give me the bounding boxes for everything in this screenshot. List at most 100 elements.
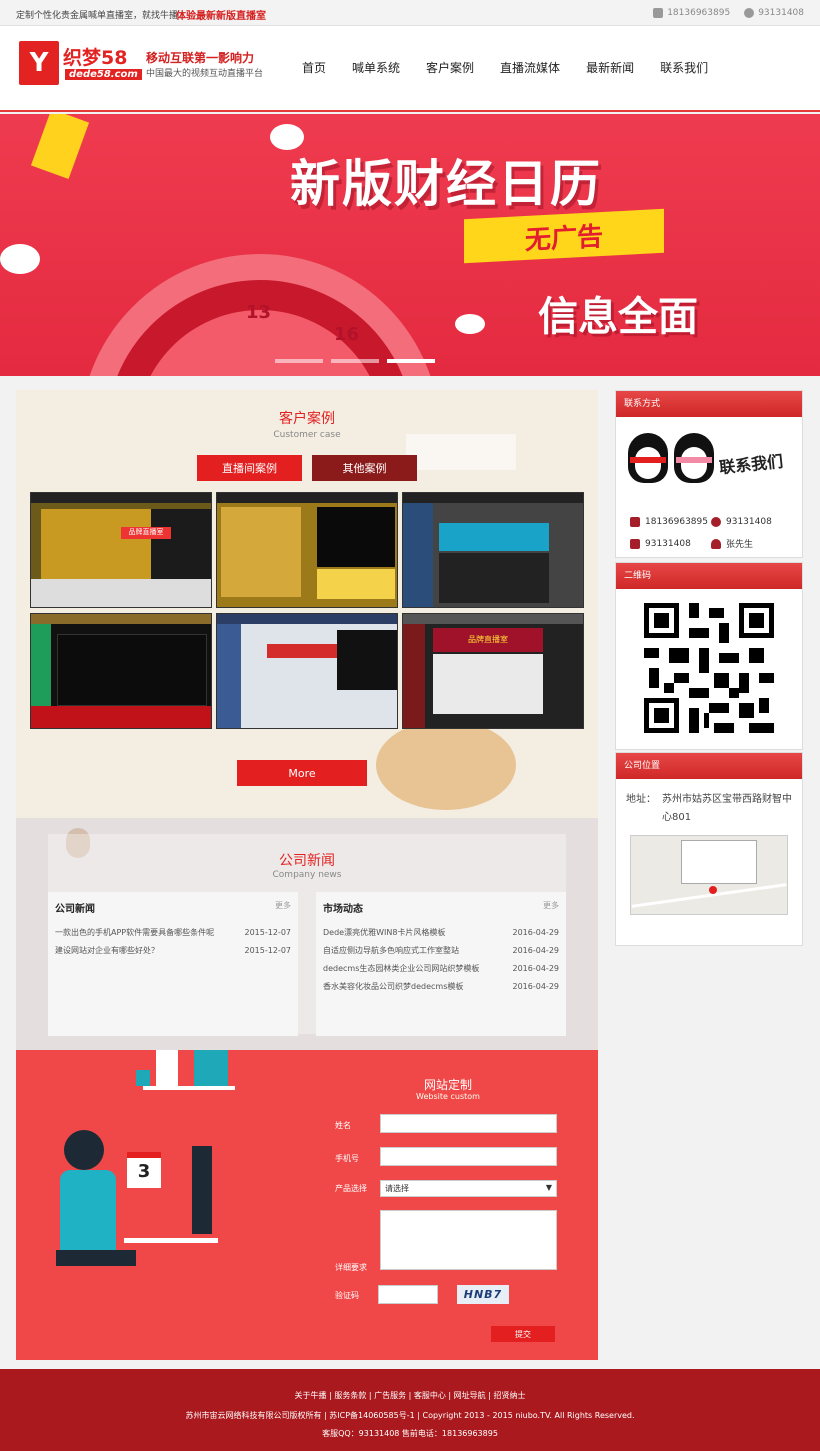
qq-penguin-icon (628, 433, 668, 483)
qr-heading: 二维码 (616, 563, 802, 589)
logo-domain: dede58.com (65, 69, 142, 80)
slogan-sub: 中国最大的视频互动直播平台 (146, 69, 264, 79)
qq-penguins[interactable]: 联系我们 (616, 417, 802, 513)
captcha-label: 验证码 (335, 1291, 359, 1300)
nav-contact[interactable]: 联系我们 (648, 59, 720, 76)
cases-more-button[interactable]: More (237, 760, 367, 786)
banner-cloud (455, 314, 485, 334)
slide-indicators (275, 359, 435, 363)
contact-fax: 93131408 (630, 537, 711, 550)
hero-banner[interactable]: 13 16 新版财经日历 无广告 信息全面 (0, 114, 820, 376)
case-thumbnail[interactable]: 品牌直播室 (30, 492, 212, 608)
product-select[interactable]: 请选择 ▼ (380, 1180, 557, 1197)
news-item[interactable]: 建设网站对企业有哪些好处？ 2015-12-07 (55, 942, 291, 960)
top-bar-text: 定制个性化贵金属喊单直播室，就找牛播 (16, 11, 179, 21)
nav-shout-system[interactable]: 喊单系统 (340, 59, 412, 76)
footer-copyright: 苏州市宙云网络科技有限公司版权所有 | 苏ICP备14060585号-1 | C… (185, 1411, 635, 1420)
phone-icon (630, 517, 640, 527)
news-item[interactable]: 自适应侧边导航多色响应式工作室整站 2016-04-29 (323, 942, 559, 960)
person-legs (56, 1250, 136, 1266)
main-nav: 首页 喊单系统 客户案例 直播流媒体 最新新闻 联系我们 (290, 59, 722, 76)
news-item[interactable]: 香水美容化妆品公司织梦dedecms模板 2016-04-29 (323, 978, 559, 996)
nav-cases[interactable]: 客户案例 (414, 59, 486, 76)
top-phone: 18136963895 (653, 8, 730, 18)
case-thumbnail[interactable] (30, 613, 212, 729)
person-illustration (376, 720, 516, 810)
slide-dot[interactable] (275, 359, 323, 363)
form-subtitle: Website custom (416, 1092, 480, 1101)
monitor-illustration (192, 1146, 212, 1234)
location-heading: 公司位置 (616, 753, 802, 779)
news-title: 公司新闻 (279, 853, 335, 869)
captcha-input[interactable] (378, 1285, 438, 1304)
logo-mark: Y (19, 41, 59, 85)
book-illustration (156, 1050, 178, 1086)
case-thumbnail[interactable] (216, 492, 398, 608)
person-body (60, 1170, 116, 1250)
qq-icon (744, 8, 755, 18)
case-thumbnail[interactable]: 品牌直播室 (402, 613, 584, 729)
map-popup (681, 840, 757, 884)
detail-textarea[interactable] (380, 1210, 557, 1270)
footer-links[interactable]: 关于牛播 | 服务条款 | 广告服务 | 客服中心 | 网址导航 | 招贤纳士 (0, 1390, 820, 1401)
news-box-heading: 公司新闻 (55, 904, 95, 915)
news-more-link[interactable]: 更多 (275, 900, 291, 911)
logo-name: 织梦58 (63, 47, 128, 69)
phone-icon (653, 8, 664, 18)
company-news-section: 公司新闻 Company news 公司新闻 更多 一款出色的手机APP软件需要… (16, 818, 598, 1050)
contact-person: 张先生 (711, 537, 792, 550)
slide-dot[interactable] (331, 359, 379, 363)
book-illustration (136, 1070, 150, 1086)
news-item[interactable]: 一款出色的手机APP软件需要具备哪些条件呢 2015-12-07 (55, 924, 291, 942)
top-contacts: 18136963895 93131408 (653, 8, 804, 18)
thumb-caption: 品牌直播室 (433, 628, 543, 652)
sidebar-contact: 联系方式 联系我们 18136963895 93131408 93131408 … (615, 390, 803, 558)
thumb-caption: 品牌直播室 (121, 527, 171, 539)
banner-highlight: 无广告 (464, 208, 664, 264)
clock-number: 16 (334, 324, 360, 345)
contact-qq[interactable]: 93131408 (711, 517, 792, 527)
captcha-image[interactable]: HNB7 (457, 1285, 509, 1304)
contact-us-text: 联系我们 (718, 451, 784, 478)
news-box-market: 市场动态 更多 Dede漂亮优雅WIN8卡片风格模板 2016-04-29 自适应… (316, 892, 566, 1036)
product-select-value: 请选择 (385, 1184, 409, 1193)
qr-code-pattern (644, 603, 774, 733)
nav-home[interactable]: 首页 (290, 59, 338, 76)
location-map[interactable] (630, 835, 788, 915)
qr-code-image (644, 603, 774, 733)
case-thumbnail[interactable] (402, 492, 584, 608)
qq-penguin-icon (674, 433, 714, 483)
news-more-link[interactable]: 更多 (543, 900, 559, 911)
nav-streaming[interactable]: 直播流媒体 (488, 59, 572, 76)
submit-button[interactable]: 提交 (491, 1326, 555, 1342)
website-custom-section: 3 网站定制 Website custom 姓名 手机号 产品选择 请选择 ▼ … (16, 1050, 598, 1360)
qq-icon (711, 517, 721, 527)
news-item[interactable]: dedecms生态园林类企业公司网站织梦模板 2016-04-29 (323, 960, 559, 978)
name-input[interactable] (380, 1114, 557, 1133)
nav-news[interactable]: 最新新闻 (574, 59, 646, 76)
fax-icon (630, 538, 640, 549)
promo-link[interactable]: 体验最新新版直播室 (176, 7, 266, 22)
user-icon (711, 538, 721, 549)
cases-subtitle: Customer case (273, 430, 341, 440)
address-label: 地址： (626, 794, 656, 805)
address-text: 苏州市姑苏区宝带西路财智中心801 (662, 794, 792, 823)
logo[interactable]: Y 织梦58 dede58.com (19, 41, 142, 85)
contact-info: 18136963895 93131408 93131408 张先生 (616, 513, 802, 560)
sidebar-qr: 二维码 (615, 562, 803, 750)
product-label: 产品选择 (335, 1184, 367, 1193)
cases-title: 客户案例 (279, 411, 335, 427)
slide-dot-active[interactable] (387, 359, 435, 363)
news-box-heading: 市场动态 (323, 904, 363, 915)
customer-cases-section: 客户案例 Customer case 直播间案例 其他案例 品牌直播室 品牌直播… (16, 390, 598, 818)
news-item[interactable]: Dede漂亮优雅WIN8卡片风格模板 2016-04-29 (323, 924, 559, 942)
sidebar-location: 公司位置 地址： 苏州市姑苏区宝带西路财智中心801 (615, 752, 803, 946)
tab-live-cases[interactable]: 直播间案例 (197, 455, 302, 481)
tab-other-cases[interactable]: 其他案例 (312, 455, 417, 481)
phone-input[interactable] (380, 1147, 557, 1166)
footer-contact: 客服QQ：93131408 售前电话：18136963895 (322, 1429, 498, 1438)
news-subtitle: Company news (272, 870, 342, 880)
case-thumbnail[interactable] (216, 613, 398, 729)
calendar-icon: 3 (127, 1152, 161, 1188)
top-bar: 定制个性化贵金属喊单直播室，就找牛播 体验最新新版直播室 18136963895… (0, 0, 820, 26)
